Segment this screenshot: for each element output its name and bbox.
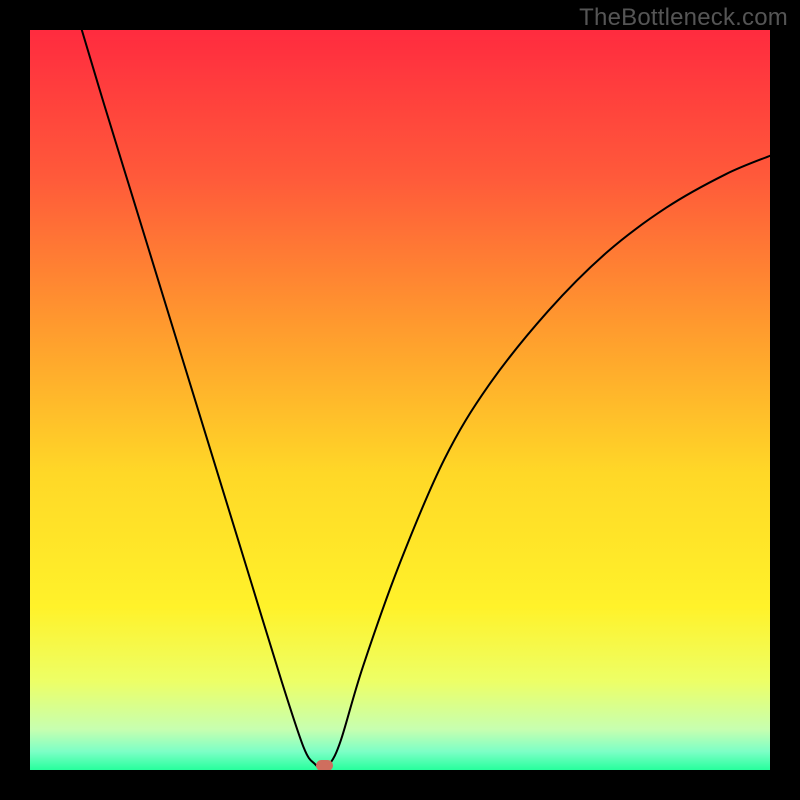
chart-frame: TheBottleneck.com: [0, 0, 800, 800]
plot-area: [30, 30, 770, 770]
bottleneck-curve: [30, 30, 770, 770]
optimum-marker: [316, 760, 332, 770]
watermark-text: TheBottleneck.com: [579, 4, 788, 32]
